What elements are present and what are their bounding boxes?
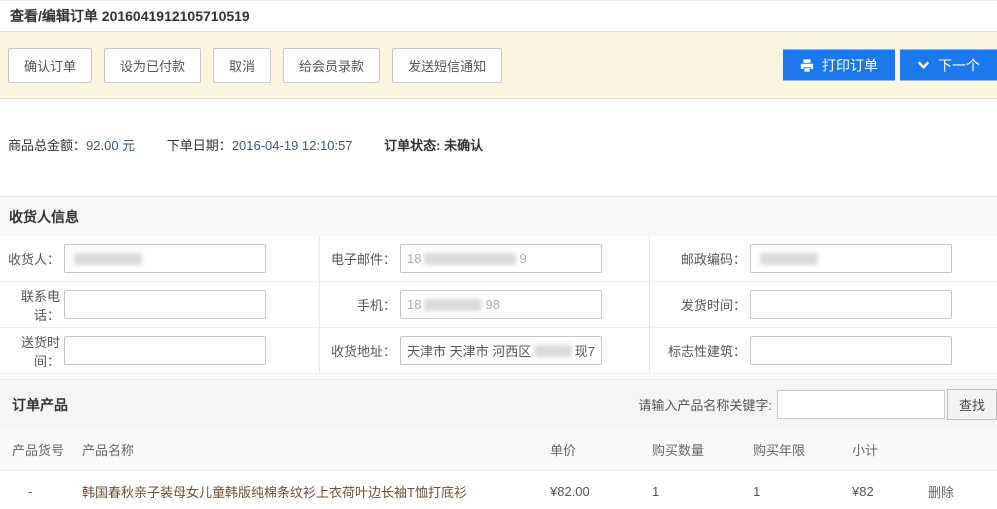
email-visible-suffix: 9 [519,251,526,266]
address-label: 收货地址： [320,341,396,360]
ship-time-label: 发货时间： [650,295,746,314]
address-visible-prefix: 天津市 天津市 河西区 [407,341,531,360]
redacted-value [424,253,516,265]
printer-icon [800,58,814,72]
col-header-subtotal: 小计 [852,440,928,459]
form-cell: 收货人： [0,236,320,282]
order-summary: 商品总金额：92.00 元 下单日期：2016-04-19 12:10:57 订… [0,99,997,196]
form-cell: 电子邮件： 18 9 [320,236,650,282]
email-label: 电子邮件： [320,249,396,268]
product-search-button[interactable]: 查找 [947,389,997,420]
member-credit-button[interactable]: 给会员录款 [283,48,380,83]
product-years: 1 [753,484,852,499]
postcode-input[interactable] [750,244,952,273]
cancel-order-button[interactable]: 取消 [213,48,271,83]
order-date-label: 下单日期： [167,138,232,153]
next-order-label: 下一个 [938,55,980,75]
col-header-sku: 产品货号 [12,440,82,459]
print-order-label: 打印订单 [822,55,878,75]
col-header-price: 单价 [550,440,652,459]
product-search-input[interactable] [777,390,945,419]
order-status-value: 未确认 [444,138,483,153]
product-price: ¥82.00 [550,484,652,499]
contact-phone-input[interactable] [64,290,266,319]
product-subtotal: ¥82 [852,484,928,499]
send-sms-button[interactable]: 发送短信通知 [392,48,502,83]
delete-product-link[interactable]: 删除 [928,482,997,501]
page-title: 查看/编辑订单 2016041912105710519 [10,6,250,26]
product-sku: - [12,484,82,499]
address-input[interactable]: 天津市 天津市 河西区 现7 [400,336,602,365]
redacted-value [74,253,142,265]
consignee-section-title: 收货人信息 [9,207,79,227]
redacted-value [534,345,572,357]
address-visible-suffix: 现7 [575,341,595,360]
form-cell: 联系电话： [0,282,320,328]
print-order-button[interactable]: 打印订单 [783,50,895,81]
product-table-row: - 韩国春秋亲子装母女儿童韩版纯棉条纹衫上衣荷叶边长袖T恤打底衫 ¥82.00 … [0,471,997,509]
product-search-box: 请输入产品名称关键字: 查找 [638,389,997,420]
page-title-bar: 查看/编辑订单 2016041912105710519 [0,1,997,32]
confirm-order-button[interactable]: 确认订单 [8,48,92,83]
email-input[interactable]: 18 9 [400,244,602,273]
mobile-visible-prefix: 18 [407,297,421,312]
landmark-input[interactable] [750,336,952,365]
products-section-title: 订单产品 [12,395,68,415]
order-status-label: 订单状态: [384,138,444,153]
products-section-header: 订单产品 请输入产品名称关键字: 查找 [0,379,997,429]
form-cell: 标志性建筑： [650,328,997,374]
form-cell: 发货时间： [650,282,997,328]
landmark-label: 标志性建筑： [650,341,746,360]
order-edit-page: 查看/编辑订单 2016041912105710519 确认订单 设为已付款 取… [0,0,997,509]
redacted-value [760,253,818,265]
form-cell: 收货地址： 天津市 天津市 河西区 现7 [320,328,650,374]
total-amount-label: 商品总金额： [8,138,86,153]
form-cell: 送货时间： [0,328,320,374]
col-header-name: 产品名称 [82,440,550,459]
consignee-form: 收货人： 电子邮件： 189 邮政编码： 联系电话： 手机： 1898 发货时间… [0,236,997,374]
postcode-label: 邮政编码： [650,249,746,268]
product-search-label: 请输入产品名称关键字: [638,395,772,414]
form-cell: 邮政编码： [650,236,997,282]
redacted-value [424,299,482,311]
delivery-time-label: 送货时间： [0,332,60,370]
consignee-name-input[interactable] [64,244,266,273]
mobile-input[interactable]: 1898 [400,290,602,319]
consignee-section-header: 收货人信息 [0,196,997,236]
total-amount-value: 92.00 元 [86,138,135,153]
order-toolbar: 确认订单 设为已付款 取消 给会员录款 发送短信通知 打印订单 下一个 [0,32,997,99]
mobile-label: 手机： [320,295,396,314]
order-date-value: 2016-04-19 12:10:57 [232,138,353,153]
form-cell: 手机： 1898 [320,282,650,328]
email-visible-prefix: 18 [407,251,421,266]
product-name-link[interactable]: 韩国春秋亲子装母女儿童韩版纯棉条纹衫上衣荷叶边长袖T恤打底衫 [82,482,550,501]
delivery-time-input[interactable] [64,336,266,365]
mobile-visible-suffix: 98 [485,297,499,312]
next-order-button[interactable]: 下一个 [900,50,997,81]
contact-phone-label: 联系电话： [0,286,60,324]
ship-time-input[interactable] [750,290,952,319]
col-header-qty: 购买数量 [652,440,753,459]
col-header-years: 购买年限 [753,440,852,459]
consignee-name-label: 收货人： [0,249,60,268]
product-qty: 1 [652,484,753,499]
chevron-down-icon [917,59,930,72]
set-paid-button[interactable]: 设为已付款 [104,48,201,83]
products-table-header: 产品货号 产品名称 单价 购买数量 购买年限 小计 [0,429,997,471]
toolbar-right-group: 打印订单 下一个 [783,50,997,81]
